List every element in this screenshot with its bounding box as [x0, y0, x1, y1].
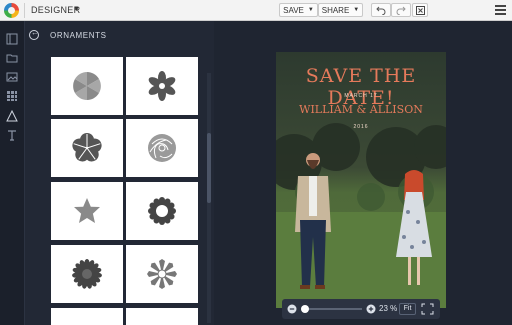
save-button-label: SAVE [283, 5, 304, 15]
save-button[interactable]: SAVE ▼ [279, 3, 318, 17]
zoom-out-icon[interactable] [287, 304, 297, 314]
star-icon [74, 198, 100, 223]
back-icon[interactable] [29, 28, 39, 40]
ornament-tile[interactable] [126, 57, 198, 115]
ornament-tile[interactable] [51, 119, 123, 177]
fit-button[interactable]: Fit [399, 303, 416, 315]
undo-icon [376, 6, 386, 15]
card-date[interactable]: MARCH 17 [276, 93, 446, 99]
ornament-tile[interactable] [51, 57, 123, 115]
grid-icon[interactable] [6, 90, 18, 102]
zoom-in-icon[interactable] [366, 304, 376, 314]
share-button[interactable]: SHARE ▼ [318, 3, 363, 17]
card-names[interactable]: WILLIAM & ALLISON [276, 103, 446, 116]
panel-scrollbar[interactable] [207, 73, 211, 323]
ornament-tile[interactable] [126, 308, 198, 325]
zoom-slider-handle[interactable] [301, 305, 309, 313]
top-toolbar: DESIGNER ▼ SAVE ▼ SHARE ▼ [0, 0, 512, 21]
chevron-down-icon: ▼ [307, 7, 314, 13]
chevron-down-icon: ▼ [353, 7, 360, 13]
ornament-tile[interactable] [51, 182, 123, 240]
shape-icon[interactable] [6, 110, 18, 122]
close-button[interactable] [412, 3, 428, 17]
scrollbar-thumb[interactable] [207, 133, 211, 203]
ornament-tile[interactable] [126, 182, 198, 240]
divider [24, 3, 25, 18]
ornament-tile[interactable] [126, 119, 198, 177]
save-the-date-card[interactable]: SAVE THE DATE! MARCH 17 WILLIAM & ALLISO… [276, 52, 446, 308]
pinwheel-flower-icon [73, 72, 101, 100]
text-icon[interactable] [6, 129, 18, 141]
rose-icon [148, 134, 176, 162]
menu-icon[interactable] [495, 5, 506, 17]
zoom-toolbar: 23 % Fit [282, 299, 440, 319]
ornament-tile[interactable] [126, 245, 198, 303]
logo-icon[interactable] [4, 3, 19, 18]
panel-title: ORNAMENTS [50, 31, 107, 40]
ornament-tile[interactable] [51, 245, 123, 303]
chevron-down-icon[interactable]: ▼ [73, 6, 80, 13]
undo-button[interactable] [371, 3, 391, 17]
fullscreen-icon[interactable] [421, 303, 434, 315]
zoom-percent: 23 % [379, 304, 398, 313]
five-petal-flower-icon [72, 133, 102, 162]
sidebar-toggle-icon[interactable] [6, 33, 18, 45]
six-petal-flower-icon [148, 71, 176, 101]
design-canvas-area: SAVE THE DATE! MARCH 17 WILLIAM & ALLISO… [214, 21, 512, 325]
redo-button[interactable] [391, 3, 411, 17]
cog-flower-icon [148, 197, 176, 225]
ornaments-panel: ORNAMENTS [25, 21, 214, 325]
sunburst-flower-icon [147, 259, 177, 289]
ornament-tile[interactable] [51, 308, 123, 325]
zoom-slider-track[interactable] [302, 308, 362, 310]
card-year[interactable]: 2016 [276, 124, 446, 130]
tool-sidebar [0, 21, 25, 325]
folder-icon[interactable] [6, 52, 18, 64]
close-icon [415, 5, 425, 15]
share-button-label: SHARE [321, 5, 350, 15]
image-icon[interactable] [6, 71, 18, 83]
redo-icon [396, 6, 406, 15]
daisy-icon [72, 259, 102, 289]
